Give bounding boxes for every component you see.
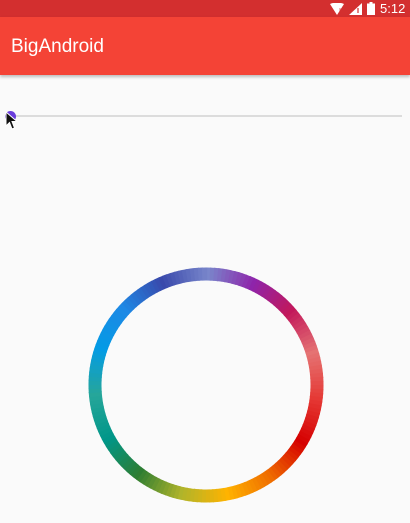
color-ring-segments: [88, 267, 324, 503]
color-ring[interactable]: [0, 0, 410, 523]
